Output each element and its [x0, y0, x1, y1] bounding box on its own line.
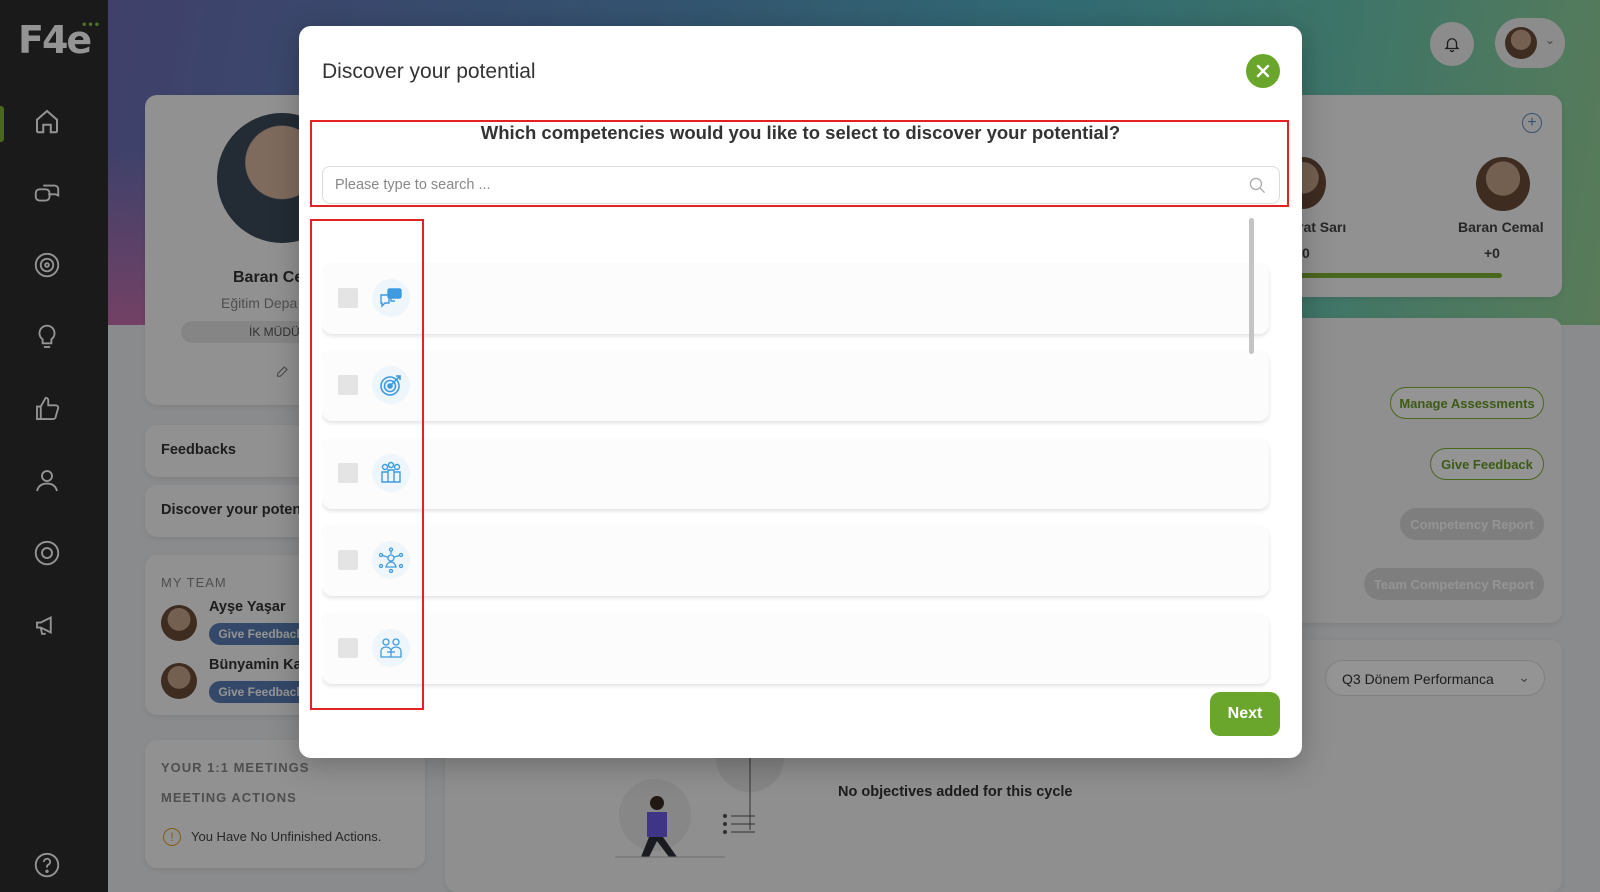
next-button[interactable]: Next	[1210, 692, 1280, 736]
competency-item[interactable]	[322, 439, 1269, 509]
close-icon	[1256, 64, 1270, 78]
competency-item[interactable]	[322, 351, 1269, 421]
close-button[interactable]	[1246, 54, 1280, 88]
highlight-checkbox-column	[310, 219, 424, 710]
highlight-question-search	[310, 120, 1289, 207]
competency-item[interactable]	[322, 614, 1269, 684]
list-scrollbar[interactable]	[1249, 218, 1254, 354]
competency-item[interactable]	[322, 526, 1269, 596]
competency-list	[322, 241, 1272, 699]
competency-item[interactable]	[322, 264, 1269, 334]
modal-title: Discover your potential	[322, 60, 536, 83]
